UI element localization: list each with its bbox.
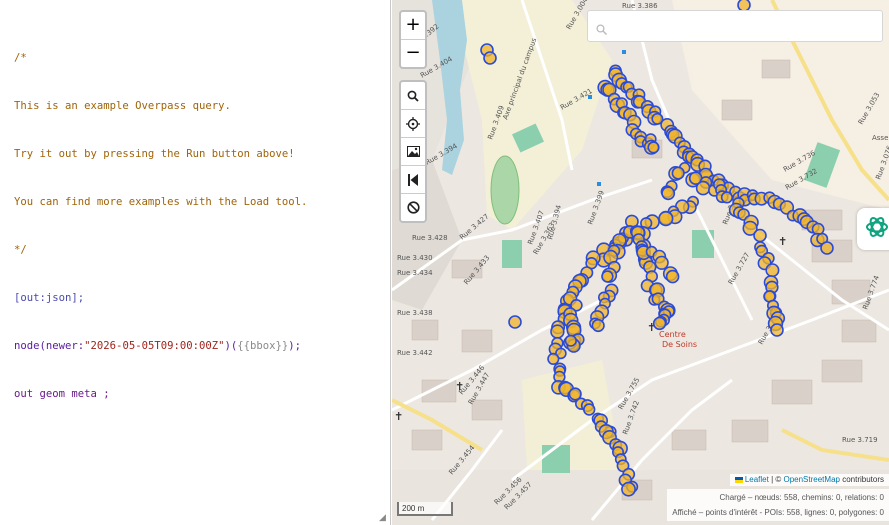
code-line: You can find more examples with the Load… [14,196,308,208]
zoom-control: + − [399,10,427,69]
poi-marker[interactable] [661,186,676,201]
road-label: Rue 3.386 [622,2,658,10]
leaflet-flag-icon [734,476,743,483]
road-label: Rue 3.719 [842,436,878,444]
assistant-logo-icon [864,214,889,244]
stats-panel: Chargé – nœuds: 558, chemins: 0, relatio… [667,489,889,521]
code-token: {{bbox}} [237,340,289,352]
search-input[interactable] [612,16,876,38]
code-line: */ [14,244,27,256]
poi-marker[interactable] [591,318,605,333]
svg-text:✝: ✝ [394,410,403,423]
poi-label: Centre [659,330,686,339]
assistant-button[interactable] [857,208,889,250]
resize-grip-icon[interactable]: ◢ [379,514,387,523]
image-icon[interactable] [401,137,425,165]
poi-marker[interactable] [483,51,497,65]
code-line: node(newer:"2026-05-05T09:00:00Z")({{bbo… [14,338,307,354]
road-label: Rue 3.434 [397,269,433,277]
poi-marker[interactable] [647,141,660,154]
zoom-out-button[interactable]: − [401,39,425,67]
road-label: Assem Noti [872,134,889,142]
svg-text:✝: ✝ [778,235,787,248]
attribution-separator: | © [768,475,784,484]
poi-marker[interactable] [654,255,669,270]
poi-marker[interactable] [601,270,614,283]
poi-label: De Soins [662,340,697,349]
poi-marker[interactable] [508,315,522,329]
poi-marker[interactable] [658,211,674,227]
poi-marker[interactable] [820,241,834,255]
poi-marker[interactable] [720,191,734,204]
poi-marker[interactable] [652,316,667,331]
code-token: ); [288,340,302,352]
road-label: Rue 3.442 [397,349,433,357]
road-label: Rue 3.430 [397,254,433,262]
code-line: out geom meta ; [14,388,110,400]
poi-marker[interactable] [765,263,780,278]
poi-marker[interactable] [564,334,577,347]
code-line: Try it out by pressing the Run button ab… [14,148,295,160]
poi-marker[interactable] [695,180,711,196]
search-icon [596,20,608,39]
leaflet-link[interactable]: Leaflet [745,475,769,484]
osm-link[interactable]: OpenStreetMap [783,475,839,484]
code-line: [out:json]; [14,292,85,304]
poi-marker[interactable] [550,324,565,339]
stats-displayed: Affiché – points d'intérêt - POIs: 558, … [672,508,884,517]
map-search [587,10,883,42]
query-editor[interactable]: /* This is an example Overpass query. Tr… [0,0,391,525]
poi-marker[interactable] [583,403,596,416]
svg-text:✝: ✝ [455,380,464,393]
attribution-suffix: contributors [839,475,884,484]
map-view[interactable]: Rue 3.394Rue 3.404Rue 3.409Rue 3.421Rue … [392,0,889,525]
poi-marker[interactable] [671,166,685,180]
poi-marker[interactable] [753,228,767,243]
poi-marker[interactable] [621,481,636,497]
poi-marker[interactable] [770,323,784,337]
skip-back-icon[interactable] [401,165,425,193]
poi-marker[interactable] [547,352,560,366]
road-label: Rue 3.438 [397,309,433,317]
code-line: This is an example Overpass query. [14,100,231,112]
scale-bar: 200 m [397,502,453,516]
stats-loaded: Chargé – nœuds: 558, chemins: 0, relatio… [719,493,884,502]
block-icon[interactable] [401,193,425,221]
poi-marker[interactable] [665,269,680,284]
road-label: Rue 3.428 [412,234,448,242]
target-icon[interactable] [401,109,425,137]
map-tiles: Rue 3.394Rue 3.404Rue 3.409Rue 3.421Rue … [392,0,889,525]
search-icon[interactable] [401,82,425,109]
code-token: "2026-05-05T09:00:00Z" [84,340,225,352]
code-token: )( [224,340,238,352]
code-line: /* [14,52,27,64]
map-toolbar [399,80,427,223]
code-token: node(newer: [14,340,85,352]
zoom-in-button[interactable]: + [401,12,425,39]
code-area[interactable]: /* This is an example Overpass query. Tr… [14,18,307,434]
map-attribution: Leaflet | © OpenStreetMap contributors [729,474,889,486]
